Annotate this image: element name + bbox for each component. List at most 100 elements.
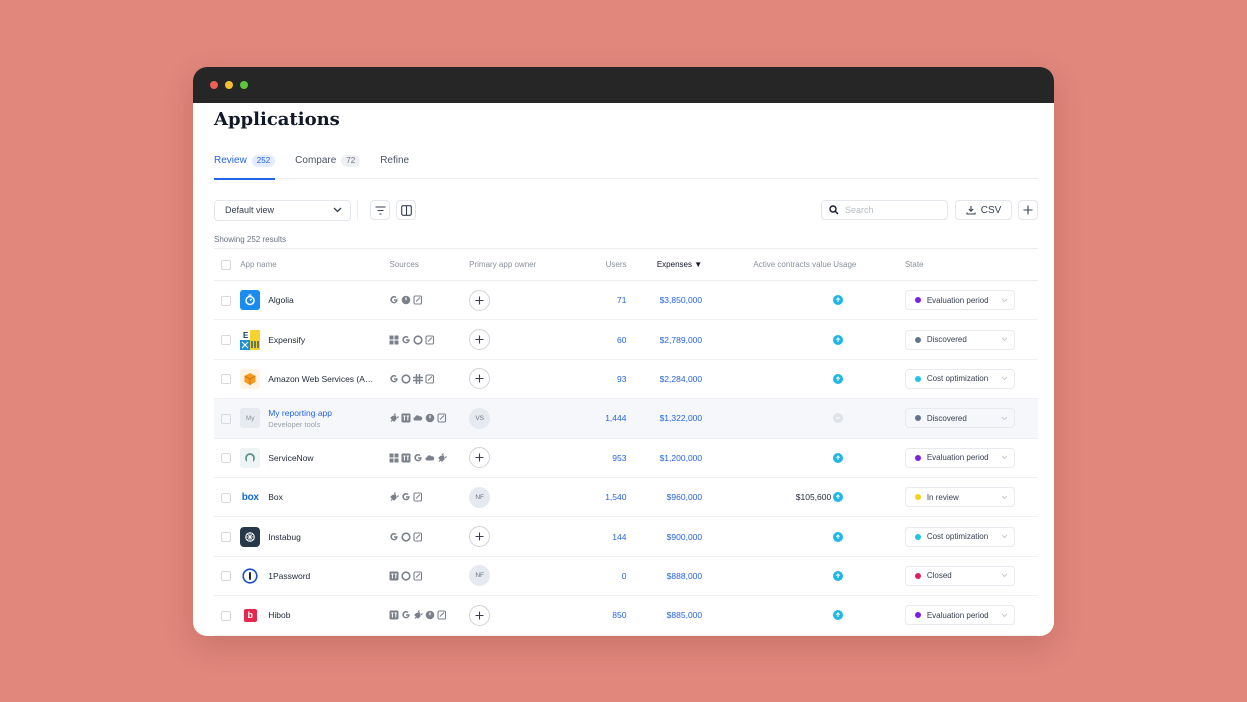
table-row[interactable]: b Hibob 850 $885,000 Evaluation period	[214, 595, 1038, 636]
add-owner-button[interactable]	[469, 329, 491, 351]
select-all-checkbox[interactable]	[221, 259, 231, 270]
state-select[interactable]: Evaluation period	[904, 605, 1015, 626]
tab-refine[interactable]: Refine	[380, 155, 409, 179]
filter-button[interactable]	[370, 200, 390, 220]
table-row[interactable]: 1Password NF 0 $888,000 Closed	[214, 556, 1038, 597]
column-header-contracts[interactable]: Active contracts value	[704, 248, 834, 281]
usage-active-icon	[833, 452, 844, 463]
users-cell[interactable]: 71	[567, 280, 629, 321]
owner-avatar[interactable]: NF	[469, 565, 491, 587]
app-name[interactable]: My reporting app	[268, 408, 332, 418]
add-owner-button[interactable]	[469, 289, 491, 311]
add-owner-button[interactable]	[469, 368, 491, 390]
column-header-expenses[interactable]: Expenses ▼	[628, 248, 705, 281]
app-name-cell[interactable]: b Hibob	[240, 595, 390, 636]
column-header-state[interactable]: State	[904, 248, 1038, 281]
column-header-owner[interactable]: Primary app owner	[469, 248, 568, 281]
expenses-cell[interactable]: $3,850,000	[628, 280, 705, 321]
state-select[interactable]: Discovered	[904, 329, 1015, 350]
users-cell[interactable]: 1,540	[567, 477, 629, 518]
column-header-sources[interactable]: Sources	[389, 248, 470, 281]
users-cell[interactable]: 93	[567, 359, 629, 400]
table-row[interactable]: ServiceNow 953 $1,200,000 Evaluation per…	[214, 438, 1038, 478]
search-input[interactable]	[845, 205, 935, 215]
app-name[interactable]: Box	[268, 492, 283, 502]
expenses-cell[interactable]: $888,000	[628, 556, 705, 597]
table-row[interactable]: box Box NF 1,540 $960,000 $105,600 In rev…	[214, 477, 1038, 518]
column-header-usage[interactable]: Usage	[833, 248, 905, 281]
app-name-cell[interactable]: box Box	[240, 477, 390, 518]
columns-button[interactable]	[396, 200, 416, 220]
app-name-cell[interactable]: Algolia	[240, 280, 390, 321]
users-cell[interactable]: 0	[567, 556, 629, 597]
row-checkbox[interactable]	[221, 374, 231, 385]
app-name-cell[interactable]: Amazon Web Services (A…	[240, 359, 390, 400]
tab-compare[interactable]: Compare 72	[295, 155, 361, 179]
owner-avatar[interactable]: VS	[469, 407, 491, 429]
state-select[interactable]: Evaluation period	[904, 290, 1015, 311]
table-row[interactable]: E Expensify 60 $2,789,000 Discovered	[214, 319, 1038, 360]
expenses-cell[interactable]: $885,000	[628, 595, 705, 636]
owner-avatar[interactable]: NF	[469, 486, 491, 508]
app-name[interactable]: Algolia	[268, 295, 294, 305]
app-name-cell[interactable]: E Expensify	[240, 319, 390, 360]
row-checkbox[interactable]	[221, 334, 231, 345]
expenses-cell[interactable]: $2,284,000	[628, 359, 705, 400]
add-button[interactable]	[1018, 200, 1038, 220]
app-name[interactable]: Instabug	[268, 532, 301, 542]
users-cell[interactable]: 1,444	[567, 398, 629, 439]
table-row[interactable]: Algolia 71 $3,850,000 Evaluation period	[214, 280, 1038, 321]
expenses-cell[interactable]: $1,322,000	[628, 398, 705, 439]
state-select[interactable]: Cost optimization	[904, 526, 1015, 547]
expenses-cell[interactable]: $900,000	[628, 516, 705, 557]
app-name[interactable]: 1Password	[268, 571, 310, 581]
row-checkbox[interactable]	[221, 453, 231, 464]
state-cell: Cost optimization	[904, 516, 1038, 557]
csv-export-button[interactable]: CSV	[955, 200, 1012, 220]
users-cell[interactable]: 850	[567, 595, 629, 636]
state-dot	[914, 336, 921, 343]
state-select[interactable]: Evaluation period	[904, 447, 1015, 468]
minimize-window-button[interactable]	[225, 81, 233, 89]
row-checkbox[interactable]	[221, 492, 231, 503]
usage-cell	[833, 477, 905, 518]
expenses-cell[interactable]: $2,789,000	[628, 319, 705, 360]
maximize-window-button[interactable]	[240, 81, 248, 89]
row-checkbox[interactable]	[221, 413, 231, 424]
expenses-cell[interactable]: $960,000	[628, 477, 705, 518]
expenses-cell[interactable]: $1,200,000	[628, 438, 705, 478]
row-checkbox[interactable]	[221, 531, 231, 542]
row-checkbox[interactable]	[221, 571, 231, 582]
state-dot	[914, 297, 921, 304]
row-checkbox[interactable]	[221, 295, 231, 306]
users-cell[interactable]: 60	[567, 319, 629, 360]
state-select[interactable]: Cost optimization	[904, 368, 1015, 389]
state-select[interactable]: Discovered	[904, 408, 1015, 429]
column-header-app-name[interactable]: App name	[240, 248, 390, 281]
add-owner-button[interactable]	[469, 604, 491, 626]
users-cell[interactable]: 953	[567, 438, 629, 478]
app-name[interactable]: ServiceNow	[268, 453, 313, 463]
state-select[interactable]: Closed	[904, 565, 1015, 586]
app-name[interactable]: Expensify	[268, 335, 305, 345]
app-name-cell[interactable]: ServiceNow	[240, 438, 390, 478]
add-owner-button[interactable]	[469, 526, 491, 548]
app-name-cell[interactable]: Instabug	[240, 516, 390, 557]
close-window-button[interactable]	[210, 81, 218, 89]
app-name-cell[interactable]: My My reporting app Developer tools	[240, 398, 390, 439]
app-name[interactable]: Amazon Web Services (A…	[268, 374, 373, 384]
table-row[interactable]: My My reporting app Developer tools VS 1,4…	[214, 398, 1038, 439]
tab-review[interactable]: Review 252	[214, 155, 276, 180]
users-cell[interactable]: 144	[567, 516, 629, 557]
table-row[interactable]: Instabug 144 $900,000 Cost optimization	[214, 516, 1038, 557]
row-checkbox[interactable]	[221, 610, 231, 621]
app-name-cell[interactable]: 1Password	[240, 556, 390, 597]
app-name[interactable]: Hibob	[268, 610, 290, 620]
state-select[interactable]: In review	[904, 487, 1015, 508]
view-select[interactable]: Default view	[214, 199, 351, 221]
add-owner-button[interactable]	[469, 447, 491, 469]
plus-icon	[475, 296, 484, 305]
table-row[interactable]: Amazon Web Services (A… 93 $2,284,000 Co…	[214, 359, 1038, 400]
onepassword-logo	[240, 565, 261, 586]
column-header-users[interactable]: Users	[567, 248, 629, 281]
